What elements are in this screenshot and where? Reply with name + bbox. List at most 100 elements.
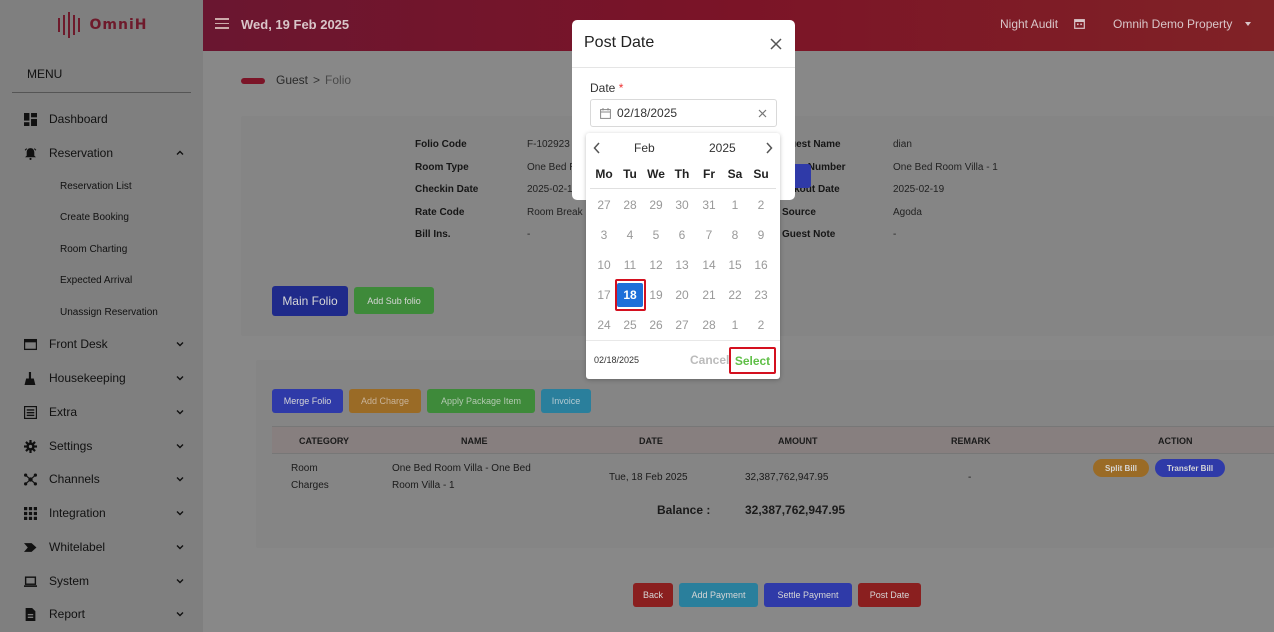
calendar-day[interactable]: 6 [669, 223, 695, 247]
sidebar-item-reservation[interactable]: Reservation [0, 138, 203, 168]
sidebar-item-integration[interactable]: Integration [0, 498, 203, 528]
apply-package-item-button[interactable]: Apply Package Item [427, 389, 535, 413]
back-button[interactable]: Back [633, 583, 673, 607]
add-charge-button[interactable]: Add Charge [349, 389, 421, 413]
col-action: ACTION [1158, 436, 1193, 446]
breadcrumb: Guest > Folio [276, 73, 351, 87]
chevron-down-icon [176, 612, 184, 617]
calendar-day[interactable]: 2 [748, 193, 774, 217]
row-amount: 32,387,762,947.95 [745, 472, 829, 483]
add-sub-folio-button[interactable]: Add Sub folio [354, 287, 434, 314]
calendar-day[interactable]: 26 [643, 313, 669, 337]
calendar-day[interactable]: 24 [591, 313, 617, 337]
modal-divider [572, 67, 795, 68]
calendar-day[interactable]: 22 [722, 283, 748, 307]
calendar-day[interactable]: 13 [669, 253, 695, 277]
property-selector[interactable]: Omnih Demo Property [1113, 17, 1232, 31]
sidebar-subitem-unassign-reservation[interactable]: Unassign Reservation [60, 307, 158, 318]
sidebar-item-report[interactable]: Report [0, 599, 203, 629]
calendar-day[interactable]: 8 [722, 223, 748, 247]
calendar-day[interactable]: 14 [696, 253, 722, 277]
calendar-day[interactable]: 27 [591, 193, 617, 217]
calendar-day[interactable]: 1 [722, 313, 748, 337]
transfer-bill-button[interactable]: Transfer Bill [1155, 459, 1225, 477]
chevron-left-icon[interactable] [592, 141, 602, 155]
calendar-day[interactable]: 7 [696, 223, 722, 247]
row-name-line1: One Bed Room Villa - One Bed [392, 463, 531, 474]
calendar-day[interactable]: 23 [748, 283, 774, 307]
sidebar-item-channels[interactable]: Channels [0, 464, 203, 494]
date-field-label: Date * [590, 81, 623, 95]
calendar-day[interactable]: 27 [669, 313, 695, 337]
chevron-right-icon[interactable] [764, 141, 774, 155]
calendar-day[interactable]: 19 [643, 283, 669, 307]
folio-code-value: F-102923 [527, 139, 570, 150]
sidebar-subitem-reservation-list[interactable]: Reservation List [60, 181, 132, 192]
date-picker: Feb 2025 Mo Tu We Th Fr Sa Su 27 28 29 30 31… [586, 133, 780, 379]
sidebar-item-dashboard[interactable]: Dashboard [0, 104, 203, 134]
calendar-day[interactable]: 15 [722, 253, 748, 277]
calendar-day[interactable]: 5 [643, 223, 669, 247]
picker-select-button[interactable]: Select [729, 347, 776, 374]
calendar-day[interactable]: 1 [722, 193, 748, 217]
calendar-day[interactable]: 11 [617, 253, 643, 277]
sidebar-item-label: Report [49, 607, 86, 621]
brand-logo[interactable]: OmniH [0, 0, 203, 50]
sidebar-item-front-desk[interactable]: Front Desk [0, 329, 203, 359]
date-input[interactable]: 02/18/2025 [590, 99, 777, 127]
calendar-day[interactable]: 30 [669, 193, 695, 217]
sidebar-item-extra[interactable]: Extra [0, 397, 203, 427]
calendar-day[interactable]: 12 [643, 253, 669, 277]
settle-payment-button[interactable]: Settle Payment [764, 583, 852, 607]
checkin-date-label: Checkin Date [415, 184, 479, 195]
calendar-day[interactable]: 20 [669, 283, 695, 307]
night-audit-link[interactable]: Night Audit [1000, 17, 1058, 31]
col-date: DATE [639, 436, 663, 446]
sidebar-item-label: Dashboard [49, 112, 108, 126]
bill-ins-label: Bill Ins. [415, 229, 451, 240]
calendar-day[interactable]: 10 [591, 253, 617, 277]
hamburger-menu-icon[interactable] [215, 18, 229, 29]
date-input-value: 02/18/2025 [617, 106, 678, 120]
calendar-day[interactable]: 28 [617, 193, 643, 217]
invoice-button[interactable]: Invoice [541, 389, 591, 413]
window-icon [24, 338, 37, 350]
gear-icon [24, 439, 37, 453]
calendar-day[interactable]: 9 [748, 223, 774, 247]
sidebar-subitem-expected-arrival[interactable]: Expected Arrival [60, 275, 132, 286]
calendar-day[interactable]: 21 [696, 283, 722, 307]
calendar-day[interactable]: 29 [643, 193, 669, 217]
close-icon[interactable] [769, 37, 783, 51]
sidebar-item-system[interactable]: System [0, 566, 203, 596]
calendar-day[interactable]: 3 [591, 223, 617, 247]
room-type-label: Room Type [415, 162, 469, 173]
calendar-day[interactable]: 31 [696, 193, 722, 217]
rate-code-label: Rate Code [415, 207, 465, 218]
add-payment-button[interactable]: Add Payment [679, 583, 758, 607]
merge-folio-button[interactable]: Merge Folio [272, 389, 343, 413]
picker-cancel-button[interactable]: Cancel [690, 353, 729, 367]
sidebar-item-whitelabel[interactable]: Whitelabel [0, 532, 203, 562]
sidebar-item-housekeeping[interactable]: Housekeeping [0, 363, 203, 393]
calendar-day[interactable]: 4 [617, 223, 643, 247]
sidebar-item-settings[interactable]: Settings [0, 431, 203, 461]
clear-icon[interactable] [758, 109, 767, 118]
calendar-day[interactable]: 28 [696, 313, 722, 337]
split-bill-button[interactable]: Split Bill [1093, 459, 1149, 477]
post-date-button[interactable]: Post Date [858, 583, 921, 607]
sidebar-subitem-create-booking[interactable]: Create Booking [60, 212, 129, 223]
calendar-day[interactable]: 25 [617, 313, 643, 337]
calendar-icon[interactable] [1074, 18, 1085, 29]
caret-down-icon[interactable] [1245, 22, 1251, 26]
calendar-day[interactable]: 16 [748, 253, 774, 277]
main-folio-tab[interactable]: Main Folio [272, 286, 348, 316]
picker-month[interactable]: Feb [634, 141, 655, 155]
calendar-day[interactable]: 17 [591, 283, 617, 307]
picker-year[interactable]: 2025 [709, 141, 736, 155]
sidebar: OmniH MENU Dashboard Reservation Reserva… [0, 0, 203, 632]
sidebar-subitem-room-charting[interactable]: Room Charting [60, 244, 127, 255]
sidebar-item-label: Integration [49, 506, 106, 520]
calendar-day[interactable]: 2 [748, 313, 774, 337]
sidebar-item-label: Settings [49, 439, 93, 453]
breadcrumb-guest[interactable]: Guest [276, 73, 308, 87]
